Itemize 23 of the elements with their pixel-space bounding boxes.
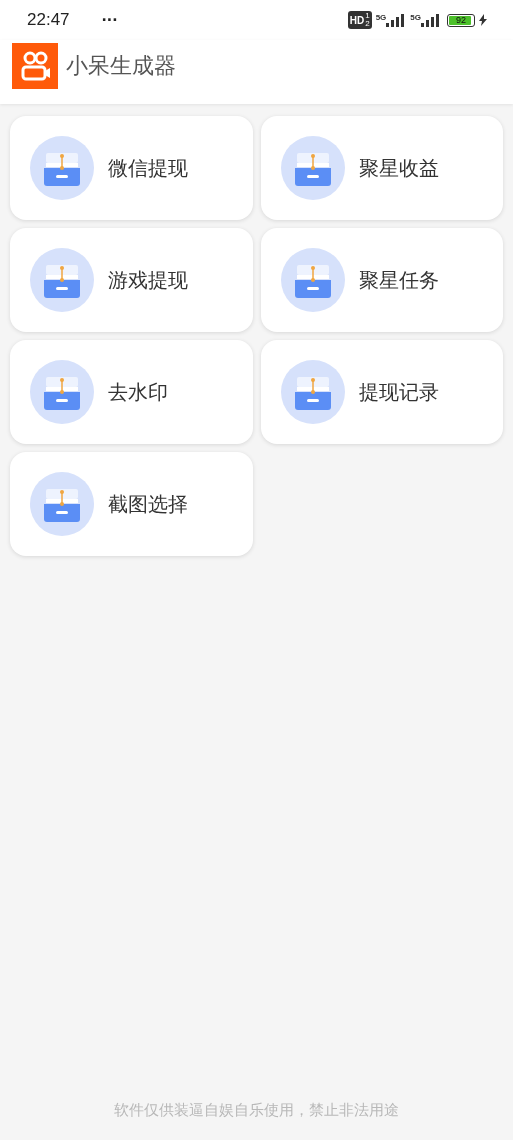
menu-card[interactable]: 微信提现	[10, 116, 253, 220]
menu-card[interactable]: 聚星任务	[260, 228, 503, 332]
more-notifications: ···	[101, 12, 118, 28]
menu-card[interactable]: 聚星收益	[260, 116, 503, 220]
drawer-icon	[30, 360, 94, 424]
battery-icon: 92	[447, 13, 475, 27]
menu-card[interactable]: 去水印	[10, 340, 253, 444]
network-label: 5G	[410, 13, 421, 22]
menu-card[interactable]: 截图选择	[10, 452, 253, 556]
drawer-icon	[30, 136, 94, 200]
menu-card[interactable]: 提现记录	[260, 340, 503, 444]
disclaimer-text: 软件仅供装逼自娱自乐使用，禁止非法用途	[113, 1101, 400, 1121]
app-title: 小呆生成器	[66, 51, 176, 80]
signal-icon	[386, 13, 407, 27]
drawer-icon	[280, 248, 345, 312]
clock: 22:47	[27, 10, 70, 30]
drawer-icon	[30, 472, 94, 536]
signal-icon	[421, 13, 441, 27]
drawer-icon	[30, 248, 94, 312]
menu-card[interactable]: 游戏提现	[10, 228, 253, 332]
drawer-icon	[280, 360, 345, 424]
network-label: 5G	[375, 13, 387, 22]
drawer-icon	[280, 136, 345, 200]
